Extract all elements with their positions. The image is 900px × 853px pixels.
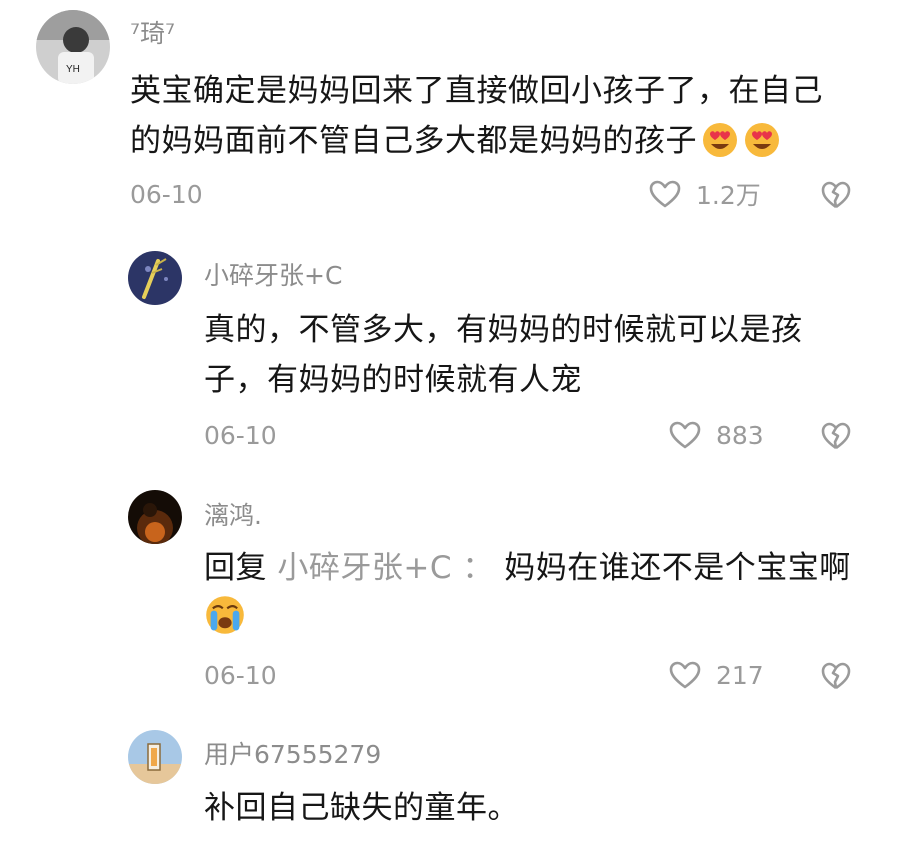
like-count: 1.2万 bbox=[696, 181, 761, 210]
broken-heart-icon[interactable] bbox=[820, 420, 852, 452]
heart-outline-icon bbox=[669, 421, 701, 449]
comment-date: 06-10 bbox=[204, 421, 277, 450]
broken-heart-icon[interactable] bbox=[820, 179, 852, 211]
like-count: 883 bbox=[716, 420, 764, 450]
heart-eyes-emoji bbox=[745, 123, 779, 157]
like-button[interactable]: 217 bbox=[668, 658, 764, 692]
avatar[interactable]: YH bbox=[36, 10, 110, 84]
broken-heart-icon[interactable] bbox=[820, 660, 852, 692]
comment-username[interactable]: 漓鸿. bbox=[204, 496, 262, 532]
like-count: 217 bbox=[716, 660, 764, 690]
comment-username[interactable]: 用户67555279 bbox=[204, 735, 381, 771]
comment-date: 06-10 bbox=[130, 180, 203, 209]
comment-username[interactable]: ⁷琦⁷ bbox=[130, 14, 175, 50]
comment-text: 回复 小碎牙张+C ： 妈妈在谁还不是个宝宝啊 bbox=[204, 543, 854, 643]
reply-target-username[interactable]: 小碎牙张+C bbox=[277, 550, 452, 586]
like-button[interactable]: 883 bbox=[668, 418, 764, 452]
heart-outline-icon bbox=[669, 661, 701, 689]
comment-text-body: 妈妈在谁还不是个宝宝啊 bbox=[504, 550, 851, 586]
avatar[interactable] bbox=[128, 490, 182, 544]
reply-separator: ： bbox=[462, 550, 494, 586]
svg-text:YH: YH bbox=[66, 64, 80, 75]
crying-emoji bbox=[206, 596, 244, 634]
reply-prefix: 回复 bbox=[204, 550, 267, 586]
comment-date: 06-10 bbox=[204, 661, 277, 690]
avatar[interactable] bbox=[128, 251, 182, 305]
comment-text: 补回自己缺失的童年。 bbox=[204, 790, 519, 826]
like-button[interactable]: 1.2万 bbox=[648, 177, 761, 211]
comment-text: 英宝确定是妈妈回来了直接做回小孩子了，在自己的妈妈面前不管自己多大都是妈妈的孩子 bbox=[130, 66, 850, 166]
comment-text: 真的，不管多大，有妈妈的时候就可以是孩子，有妈妈的时候就有人宠 bbox=[204, 312, 803, 398]
heart-outline-icon bbox=[649, 180, 681, 208]
heart-eyes-emoji bbox=[703, 123, 737, 157]
avatar[interactable] bbox=[128, 730, 182, 784]
comment-username[interactable]: 小碎牙张+C bbox=[204, 256, 342, 292]
